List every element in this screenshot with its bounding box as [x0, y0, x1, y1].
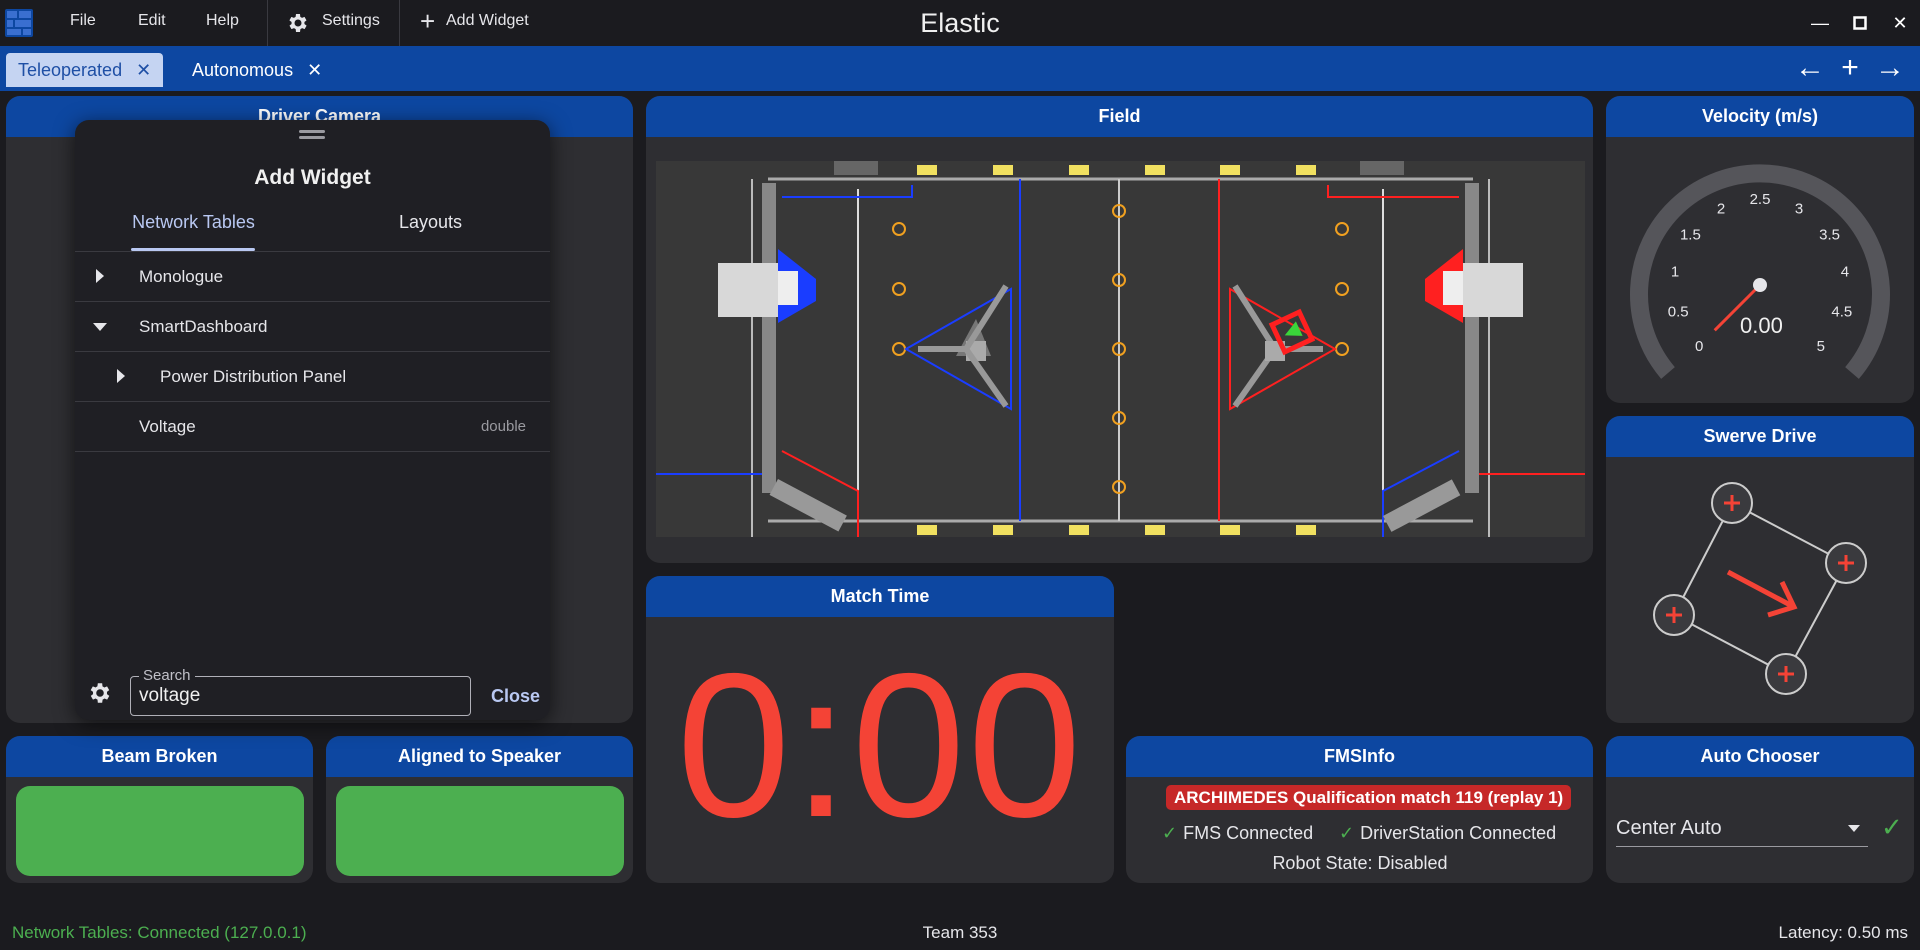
tab-network-tables[interactable]: Network Tables	[75, 212, 312, 233]
field-widget[interactable]: Field	[646, 96, 1593, 563]
tree-item-voltage[interactable]: Voltage double	[75, 402, 550, 452]
status-bar: Network Tables: Connected (127.0.0.1) Te…	[0, 914, 1920, 950]
status-label: FMS Connected	[1183, 823, 1314, 843]
gauge-tick-label: 0.5	[1668, 304, 1689, 321]
close-tab-icon[interactable]: ✕	[307, 60, 322, 80]
velocity-gauge: 0 0.5 1 1.5 2 2.5 3 3.5 4 4.5 5	[1630, 164, 1890, 379]
app-logo-icon	[5, 9, 33, 37]
menu-help[interactable]: Help	[206, 12, 239, 30]
gauge-tick-label: 5	[1817, 338, 1825, 355]
status-label: DriverStation Connected	[1360, 823, 1557, 843]
velocity-value: 0.00	[1740, 313, 1783, 338]
robot-state: Robot State: Disabled	[1272, 853, 1448, 873]
plus-icon: +	[420, 6, 436, 36]
add-tab-icon[interactable]: +	[1832, 50, 1868, 86]
tab-autonomous[interactable]: Autonomous ✕	[180, 53, 334, 87]
move-tab-left-icon[interactable]: ←	[1792, 50, 1828, 86]
close-window-icon[interactable]: ✕	[1888, 11, 1912, 35]
event-badge: ARCHIMEDES Qualification match 119 (repl…	[1166, 785, 1572, 810]
tree-item-label: Power Distribution Panel	[160, 367, 347, 386]
drag-handle-icon[interactable]	[299, 136, 325, 139]
title-bar: File Edit Help Settings + Add Widget Ela…	[0, 0, 1920, 46]
menu-divider	[267, 0, 268, 46]
expand-arrow-icon[interactable]	[117, 369, 125, 383]
minimize-icon[interactable]: —	[1808, 11, 1832, 35]
collapse-arrow-icon[interactable]	[93, 323, 107, 331]
field-map	[656, 161, 1585, 537]
widget-title: Swerve Drive	[1606, 416, 1914, 457]
auto-chooser-widget[interactable]: Auto Chooser Center Auto ✓	[1606, 736, 1914, 883]
check-icon: ✓	[1881, 812, 1903, 842]
gauge-tick-label: 4.5	[1831, 304, 1852, 321]
tree-item-type: double	[480, 418, 526, 435]
gauge-tick-label: 3.5	[1819, 227, 1840, 244]
gear-icon	[289, 14, 307, 32]
gauge-tick-label: 4	[1841, 264, 1849, 281]
widget-title: Match Time	[646, 576, 1114, 617]
boolean-indicator	[336, 786, 624, 876]
tab-label: Autonomous	[192, 60, 294, 80]
dialog-title: Add Widget	[254, 166, 371, 189]
tree-item-label: Voltage	[139, 417, 196, 436]
tab-label: Teleoperated	[18, 60, 123, 80]
gauge-tick-label: 2.5	[1750, 191, 1771, 208]
beam-broken-widget[interactable]: Beam Broken	[6, 736, 313, 883]
settings-label: Settings	[322, 12, 380, 29]
tree-item-monologue[interactable]: Monologue	[75, 252, 550, 302]
boolean-indicator	[16, 786, 304, 876]
search-field[interactable]: Search	[130, 667, 471, 716]
chevron-down-icon	[1848, 825, 1860, 832]
team-number: Team 353	[922, 923, 998, 942]
move-tab-right-icon[interactable]: →	[1872, 50, 1908, 86]
swerve-drive-widget[interactable]: Swerve Drive	[1606, 416, 1914, 723]
fms-connected-status: ✓ FMS Connected	[1162, 823, 1313, 844]
search-label: Search	[139, 667, 195, 684]
auto-dropdown[interactable]: Center Auto	[1616, 811, 1868, 847]
gauge-tick-label: 1	[1671, 264, 1679, 281]
tab-teleoperated[interactable]: Teleoperated ✕	[6, 53, 164, 87]
gauge-tick-label: 0	[1695, 338, 1703, 355]
add-widget-label: Add Widget	[446, 12, 529, 29]
match-time-value: 0:00	[676, 631, 1084, 860]
gauge-tick-label: 3	[1795, 200, 1803, 217]
check-icon: ✓	[1339, 823, 1355, 843]
gear-icon[interactable]	[87, 680, 113, 706]
velocity-widget[interactable]: Velocity (m/s) 0 0.5 1 1.5 2 2.5 3 3.5 4 4.5 5 0.0…	[1606, 96, 1914, 403]
widget-title: Velocity (m/s)	[1606, 96, 1914, 137]
search-input[interactable]	[139, 685, 459, 707]
widget-title: FMSInfo	[1126, 736, 1593, 777]
tree-item-label: Monologue	[139, 267, 224, 286]
swerve-diagram	[1653, 482, 1867, 695]
latency-readout: Latency: 0.50 ms	[1778, 923, 1908, 942]
close-tab-icon[interactable]: ✕	[136, 60, 151, 80]
selected-auto: Center Auto	[1616, 817, 1722, 839]
check-icon: ✓	[1162, 823, 1178, 843]
ds-connected-status: ✓ DriverStation Connected	[1339, 823, 1556, 844]
aligned-widget[interactable]: Aligned to Speaker	[326, 736, 633, 883]
widget-title: Field	[646, 96, 1593, 137]
add-widget-dialog: Add Widget Network Tables Layouts Monolo…	[75, 120, 550, 720]
close-button[interactable]: Close	[491, 686, 540, 707]
menu-edit[interactable]: Edit	[138, 12, 166, 30]
expand-arrow-icon[interactable]	[96, 269, 104, 283]
maximize-icon[interactable]	[1848, 11, 1872, 35]
tree-item-smartdashboard[interactable]: SmartDashboard	[75, 302, 550, 352]
gauge-tick-label: 2	[1717, 200, 1725, 217]
match-time-widget[interactable]: Match Time 0:00	[646, 576, 1114, 883]
widget-title: Aligned to Speaker	[326, 736, 633, 777]
tree-item-label: SmartDashboard	[139, 317, 268, 336]
fms-info-widget[interactable]: FMSInfo ARCHIMEDES Qualification match 1…	[1126, 736, 1593, 883]
widget-title: Beam Broken	[6, 736, 313, 777]
menu-divider	[399, 0, 400, 46]
tree-item-power-distribution-panel[interactable]: Power Distribution Panel	[75, 352, 550, 402]
menu-file[interactable]: File	[70, 12, 96, 30]
tab-bar: Teleoperated ✕ Autonomous ✕	[0, 46, 1920, 91]
drag-handle-icon[interactable]	[299, 130, 325, 133]
widget-title: Auto Chooser	[1606, 736, 1914, 777]
tab-layouts[interactable]: Layouts	[312, 212, 549, 233]
gauge-tick-label: 1.5	[1680, 227, 1701, 244]
